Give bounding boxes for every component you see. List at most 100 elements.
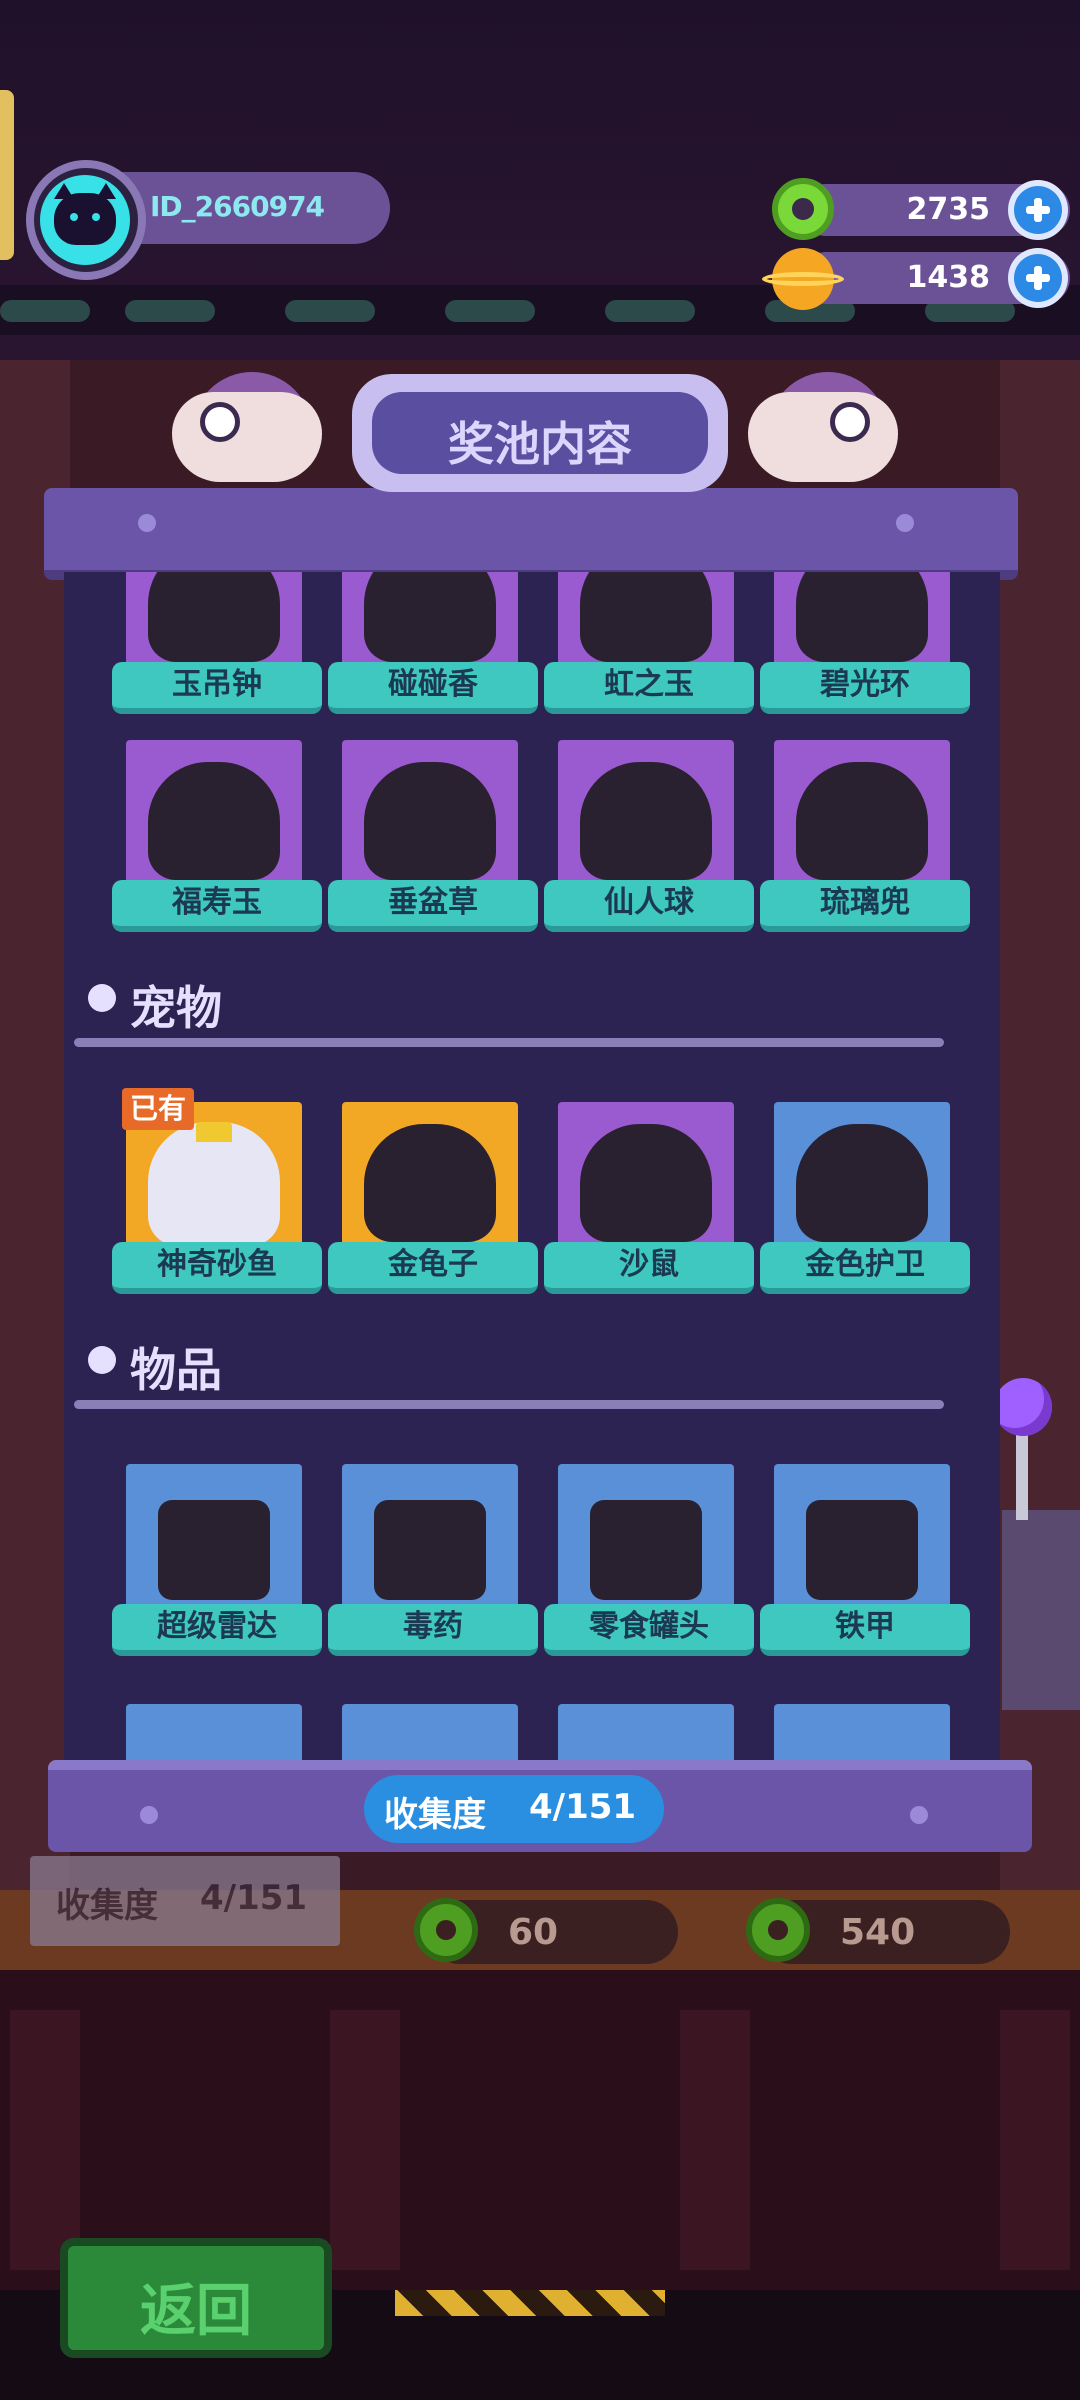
prize-name: 碰碰香 xyxy=(388,667,478,702)
locked-silhouette-icon xyxy=(796,762,928,880)
prize-card[interactable]: 玉吊钟 xyxy=(112,572,322,714)
prize-card[interactable]: 零食罐头 xyxy=(544,1464,754,1656)
background-pillar xyxy=(1000,2010,1070,2270)
locked-silhouette-icon xyxy=(148,762,280,880)
prize-card[interactable]: 铁甲 xyxy=(760,1464,970,1656)
locked-silhouette-icon xyxy=(148,572,280,662)
background-dash xyxy=(285,300,375,322)
prize-name: 福寿玉 xyxy=(172,885,262,920)
collection-progress: 收集度 4/151 xyxy=(364,1775,664,1843)
locked-silhouette-icon xyxy=(580,762,712,880)
prize-card[interactable]: 碰碰香 xyxy=(328,572,538,714)
rivet xyxy=(140,1806,158,1824)
section-title: 物品 xyxy=(130,1343,222,1397)
locked-silhouette-icon xyxy=(364,572,496,662)
price-tag-2: 540 xyxy=(746,1898,1010,1964)
price-value: 540 xyxy=(840,1912,916,1953)
back-button[interactable]: 返回 xyxy=(60,2238,332,2358)
rivet xyxy=(138,514,156,532)
fish-decoration-left xyxy=(172,372,332,482)
prize-pool-list[interactable]: 玉吊钟 碰碰香 虹之玉 碧光环 福寿玉 垂盆草 仙人球 琉璃兜 宠物 已有 神奇… xyxy=(64,572,1000,1760)
prize-card[interactable]: 金龟子 xyxy=(328,1102,538,1294)
background-pillar xyxy=(330,2010,400,2270)
prize-name: 超级雷达 xyxy=(157,1609,277,1644)
prize-card[interactable]: 垂盆草 xyxy=(328,740,538,932)
rivet xyxy=(910,1806,928,1824)
cat-ear-icon xyxy=(96,183,116,199)
back-button-label: 返回 xyxy=(140,2279,252,2344)
prize-name: 毒药 xyxy=(403,1609,463,1644)
background-dash xyxy=(125,300,215,322)
prize-name: 虹之玉 xyxy=(604,667,694,702)
locked-silhouette-icon xyxy=(796,572,928,662)
background-dash xyxy=(0,300,90,322)
prize-card-partial[interactable] xyxy=(126,1704,302,1760)
player-id: ID_2660974 xyxy=(150,190,325,223)
background-collection-value: 4/151 xyxy=(200,1878,308,1918)
prize-name: 铁甲 xyxy=(835,1609,895,1644)
prize-card[interactable]: 毒药 xyxy=(328,1464,538,1656)
planet-icon xyxy=(762,248,844,310)
cat-eye-icon xyxy=(92,213,100,221)
background-dash xyxy=(445,300,535,322)
left-edge-decoration xyxy=(0,90,14,260)
section-title: 宠物 xyxy=(130,981,222,1035)
prize-card-partial[interactable] xyxy=(774,1704,950,1760)
rivet xyxy=(896,514,914,532)
background-pillar xyxy=(680,2010,750,2270)
locked-silhouette-icon xyxy=(364,762,496,880)
collection-label: 收集度 xyxy=(384,1795,486,1835)
prize-card[interactable]: 虹之玉 xyxy=(544,572,754,714)
prize-name: 零食罐头 xyxy=(589,1609,709,1644)
locked-silhouette-icon xyxy=(580,1124,712,1242)
can-silhouette-icon xyxy=(590,1500,702,1600)
locked-silhouette-icon xyxy=(580,572,712,662)
background-collection-plate: 收集度 4/151 xyxy=(30,1856,340,1946)
prize-card[interactable]: 仙人球 xyxy=(544,740,754,932)
popup-title-banner: 奖池内容 xyxy=(352,374,728,492)
add-planet-button[interactable] xyxy=(1008,248,1068,308)
joystick-knob-icon xyxy=(994,1378,1052,1436)
armor-silhouette-icon xyxy=(806,1500,918,1600)
cat-ear-icon xyxy=(54,183,74,199)
prize-card-partial[interactable] xyxy=(342,1704,518,1760)
donut-coin-icon xyxy=(414,1898,478,1962)
avatar-face xyxy=(54,183,116,245)
prize-name: 金色护卫 xyxy=(805,1247,925,1282)
fish-decoration-right xyxy=(748,372,908,482)
price-value: 60 xyxy=(508,1912,559,1953)
planet-count: 1438 xyxy=(906,260,991,295)
background-collection-label: 收集度 xyxy=(56,1886,158,1926)
locked-silhouette-icon xyxy=(796,1124,928,1242)
locked-silhouette-icon xyxy=(364,1124,496,1242)
add-donut-button[interactable] xyxy=(1008,180,1068,240)
hazard-stripe xyxy=(395,2290,665,2316)
background-dash xyxy=(605,300,695,322)
prize-card-owned[interactable]: 已有 神奇砂鱼 xyxy=(112,1088,322,1294)
background-pillar xyxy=(10,2010,80,2270)
prize-name: 琉璃兜 xyxy=(820,885,910,920)
cat-face-icon[interactable] xyxy=(40,175,130,265)
prize-card[interactable]: 沙鼠 xyxy=(544,1102,754,1294)
prize-name: 仙人球 xyxy=(604,885,694,920)
donut-count: 2735 xyxy=(906,192,991,227)
cat-eye-icon xyxy=(70,213,78,221)
popup-title: 奖池内容 xyxy=(448,417,632,471)
prize-card-partial[interactable] xyxy=(558,1704,734,1760)
prize-card[interactable]: 碧光环 xyxy=(760,572,970,714)
poison-silhouette-icon xyxy=(374,1500,486,1600)
prize-card[interactable]: 超级雷达 xyxy=(112,1464,322,1656)
prize-name: 玉吊钟 xyxy=(172,667,262,702)
bullet-icon xyxy=(88,984,116,1012)
donut-icon xyxy=(772,178,834,240)
prize-card[interactable]: 琉璃兜 xyxy=(760,740,970,932)
prize-name: 沙鼠 xyxy=(619,1247,679,1282)
prize-card[interactable]: 福寿玉 xyxy=(112,740,322,932)
prize-name: 金龟子 xyxy=(388,1247,478,1282)
popup-header-frame xyxy=(44,488,1018,580)
prize-name: 碧光环 xyxy=(820,667,910,702)
plus-icon xyxy=(1014,254,1062,302)
prize-card[interactable]: 金色护卫 xyxy=(760,1102,970,1294)
background-left-wall xyxy=(0,360,70,1960)
prize-name: 神奇砂鱼 xyxy=(157,1247,277,1282)
